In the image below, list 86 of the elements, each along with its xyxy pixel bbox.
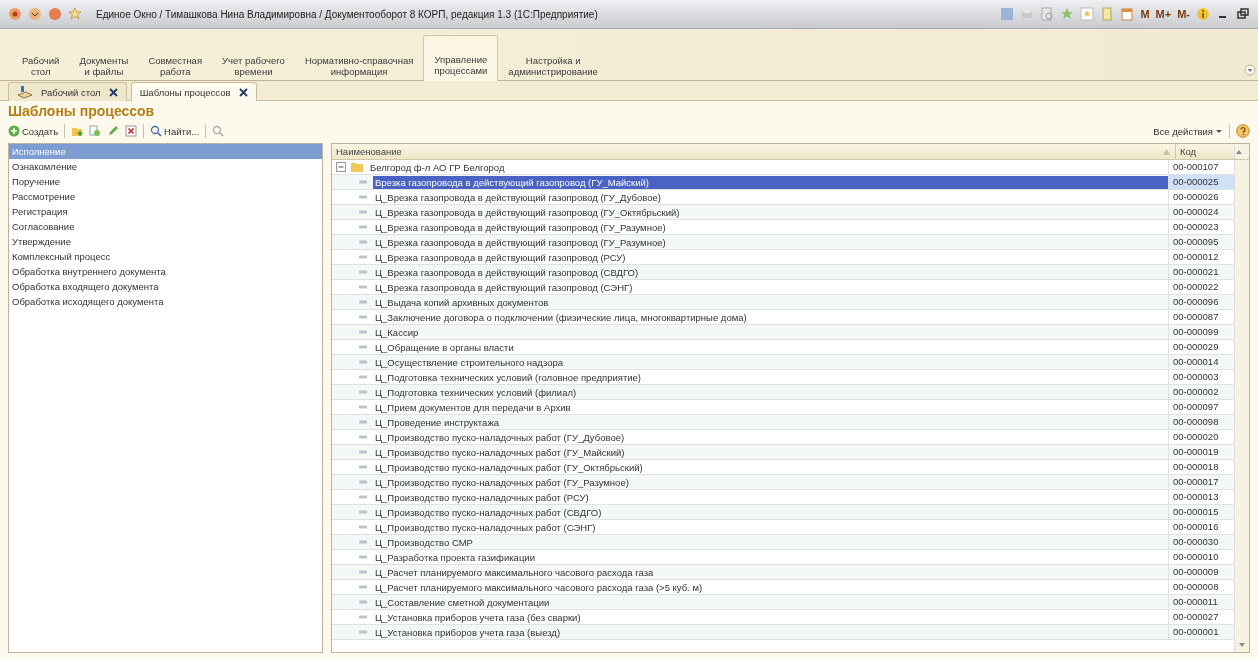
plus-icon [8,125,20,137]
table-cell[interactable]: Ц_Врезка газопровода в действующий газопровод (ГУ_Октябрьский) [373,205,682,219]
table-cell[interactable]: Ц_Производство пуско-наладочных работ (ГУ_Разумное) [373,475,631,489]
search-icon [150,125,163,137]
list-item[interactable]: Утверждение [9,234,322,249]
cancel-search-icon[interactable] [212,125,225,137]
create-button[interactable]: Создать [8,125,59,137]
table-cell[interactable]: Ц_Установка приборов учета газа (без сварки) [373,610,583,624]
table-cell[interactable]: Ц_Врезка газопровода в действующий газопровод (ГУ_Разумное) [373,220,668,234]
find-button[interactable]: Найти... [150,125,200,137]
table-cell[interactable]: Ц_Установка приборов учета газа (выезд) [373,625,563,639]
table-cell[interactable]: Ц_Врезка газопровода в действующий газопровод (ГУ_Разумное) [373,235,668,249]
table-cell[interactable]: Ц_Производство пуско-наладочных работ (ГУ_Дубовое) [373,430,627,444]
table-cell[interactable]: Ц_Производство пуско-наладочных работ (ГУ_Майский) [373,445,627,459]
list-item[interactable]: Поручение [9,174,322,189]
list-item[interactable]: Обработка входящего документа [9,279,322,294]
menu-icon[interactable] [28,7,42,21]
table-cell[interactable]: Ц_Производство пуско-наладочных работ (СЭНГ) [373,520,598,534]
desk-icon [17,84,33,100]
add-folder-icon[interactable] [71,125,84,137]
calendar-icon[interactable] [1120,7,1135,21]
table-cell[interactable]: Ц_Выдача копий архивных документов [373,295,551,309]
list-item[interactable]: Обработка внутреннего документа [9,264,322,279]
table-cell[interactable]: Ц_Прием документов для передачи в Архив [373,400,573,414]
table-cell[interactable]: Ц_Подготовка технических условий (головное предприятие) [373,370,643,384]
table-cell[interactable]: Ц_Расчет планируемого максимального часового расхода газа (>5 куб. м) [373,580,705,594]
preview-icon[interactable] [1040,7,1055,21]
table-cell[interactable]: Ц_Проведение инструктажа [373,415,502,429]
page-title: Шаблоны процессов [7,102,156,121]
list-item[interactable]: Согласование [9,219,322,234]
copy-icon[interactable] [89,125,102,137]
section-tab[interactable]: Совместная работа [138,47,213,81]
sort-icon [1162,147,1171,156]
collapse-icon[interactable] [1244,64,1256,76]
column-header[interactable]: Наименование [332,144,1175,159]
table-cell[interactable]: Ц_Составление сметной документации [373,595,552,609]
caret-icon [1215,127,1223,135]
table-cell[interactable]: Ц_Врезка газопровода в действующий газопровод (СЭНГ) [373,280,635,294]
section-tab[interactable]: Настройка и администрирование [498,47,608,81]
table-cell[interactable]: Ц_Производство пуско-наладочных работ (СВДГО) [373,505,604,519]
pencil-icon[interactable] [107,125,120,137]
table-cell[interactable]: Ц_Производство пуско-наладочных работ (РСУ) [373,490,591,504]
table-cell[interactable]: Ц_Разработка проекта газификации [373,550,537,564]
table-cell[interactable]: Ц_Врезка газопровода в действующий газопровод (ГУ_Дубовое) [373,190,663,204]
list-item[interactable]: Обработка исходящего документа [9,294,322,309]
section-tab[interactable]: Рабочий стол [12,47,70,81]
list-item[interactable]: Рассмотрение [9,189,322,204]
table-cell[interactable]: Ц_Производство пуско-наладочных работ (ГУ_Октябрьский) [373,460,645,474]
favorites-icon[interactable] [1080,7,1095,21]
form-tab[interactable]: Шаблоны процессов [130,82,257,101]
form-tab[interactable]: Рабочий стол [8,82,127,101]
memory-button[interactable]: M+ [1155,8,1172,20]
table-cell: 00-000025 [1168,175,1234,189]
table-cell[interactable]: Ц_Кассир [373,325,421,339]
table-cell[interactable]: Ц_Врезка газопровода в действующий газопровод (СВДГО) [373,265,641,279]
table-cell[interactable]: Ц_Производство СМР [373,535,475,549]
delete-icon[interactable] [125,125,138,137]
collapse-toggle-icon[interactable] [336,162,346,172]
section-tab[interactable]: Учет рабочего времени [212,47,295,81]
close-icon[interactable] [108,87,118,97]
list-item[interactable]: Регистрация [9,204,322,219]
section-tab[interactable]: Нормативно-справочная информация [294,47,424,81]
table-cell[interactable]: Ц_Расчет планируемого максимального часового расхода газа [373,565,656,579]
table-cell[interactable]: Ц_Подготовка технических условий (филиал) [373,385,579,399]
window-title: Единое Окно / Тимашкова Нина Владимировна / Документооборот 8 КОРП, редакция 1.3 (1С:Предприятие) [96,8,599,20]
section-tab[interactable]: Документы и файлы [69,47,139,81]
table-cell[interactable]: Ц_Заключение договора о подключении (физические лица, многоквартирные дома) [373,310,749,324]
table-cell[interactable]: Ц_Осуществление строительного надзора [373,355,565,369]
memory-button[interactable]: M [1140,8,1150,20]
favorites-add-icon[interactable] [1060,7,1075,21]
app-logo-icon[interactable] [8,7,22,21]
all-actions-menu[interactable]: Все действия [1153,125,1223,137]
table-cell[interactable]: Врезка газопровода в действующий газопровод (ГУ_Майский) [373,175,1168,189]
info-icon[interactable] [1196,7,1210,21]
table-cell-text: Белгород ф-л АО ГР Белгород [369,161,506,173]
star-icon[interactable] [68,7,82,21]
list-item[interactable]: Комплексный процесс [9,249,322,264]
scroll-down-icon[interactable] [1238,641,1246,649]
list-item[interactable]: Ознакомление [9,159,322,174]
table-cell[interactable]: Ц_Врезка газопровода в действующий газопровод (РСУ) [373,250,628,264]
table-cell[interactable]: Ц_Обращение в органы власти [373,340,516,354]
memory-button[interactable]: M- [1177,8,1190,20]
close-icon[interactable] [238,87,248,97]
restore-icon[interactable] [1236,7,1250,21]
section-tab[interactable]: Управление процессами [423,35,499,81]
help-icon[interactable] [1236,124,1250,138]
